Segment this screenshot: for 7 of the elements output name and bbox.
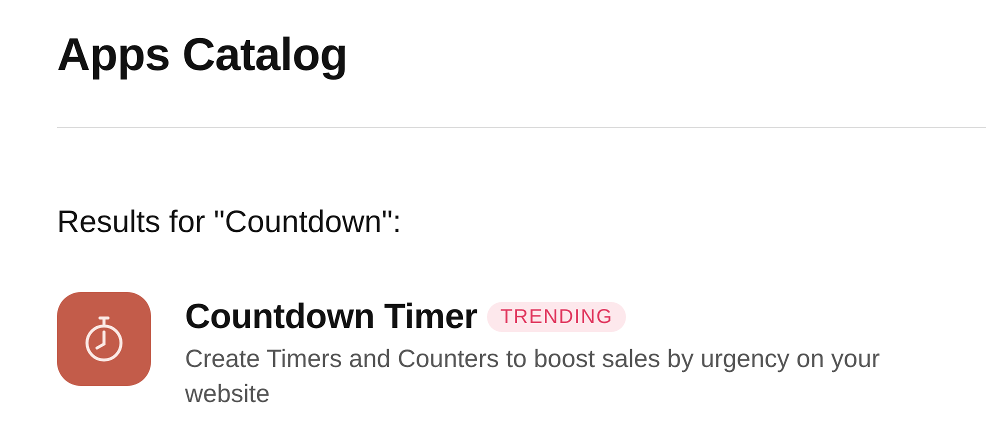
app-icon[interactable]	[57, 292, 151, 386]
trending-badge: TRENDING	[487, 302, 626, 332]
results-heading: Results for "Countdown":	[57, 203, 402, 241]
stopwatch-icon	[83, 315, 125, 363]
app-name[interactable]: Countdown Timer	[185, 296, 478, 338]
app-description: Create Timers and Counters to boost sales by urgency on your website	[185, 344, 881, 410]
page-title: Apps Catalog	[57, 27, 348, 82]
